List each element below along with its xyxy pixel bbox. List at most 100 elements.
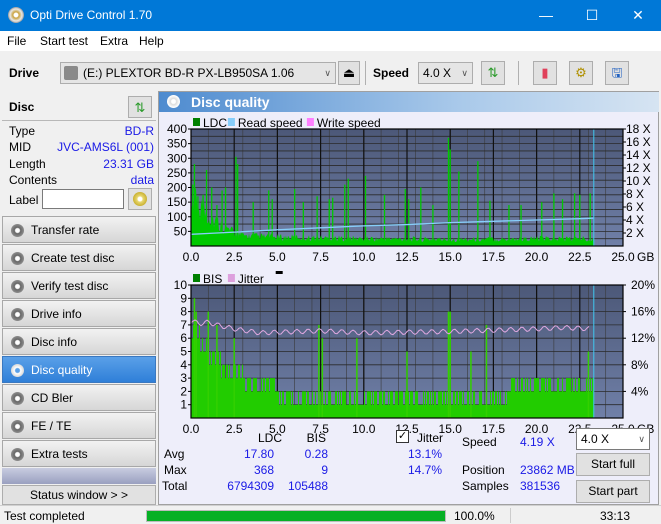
nav-label: Verify test disc [31,279,109,293]
nav-drive-info[interactable]: Drive info [2,300,156,327]
maximize-button[interactable]: ☐ [569,0,615,31]
x-tick-label: 15.0 [439,250,463,264]
disc-label-input[interactable] [42,189,124,209]
speed-select[interactable]: 4.0 X ∨ [418,62,473,84]
y-tick-label: 200 [167,181,187,195]
bis-chart: 123456789104%8%12%16%20%0.0 2.5 5.0 7.5 10.0… [174,271,655,434]
y-tick-label: 5 [180,345,187,359]
disc-length-value: 23.31 GB [103,157,154,171]
toolbar-separator [365,61,366,85]
erase-button[interactable]: ▮ [533,61,557,85]
x-tick-label: 2.5 [226,422,243,434]
x-tick-label: 7.5 [312,250,329,264]
status-bar: Test completed 100.0% 33:13 [0,505,661,524]
y2-tick-label: 4% [631,384,649,398]
legend-label: Write speed [317,116,381,130]
disc-mid-value: JVC-AMS6L (001) [57,140,154,154]
stats-max-label: Max [164,463,187,477]
y-tick-label: 50 [174,224,188,238]
menu-extra[interactable]: Extra [100,34,128,48]
nav-create-test-disc[interactable]: Create test disc [2,244,156,271]
y-tick-label: 6 [180,331,187,345]
close-button[interactable]: ✕ [615,0,661,31]
chevron-down-icon: ∨ [461,68,468,78]
nav-verify-test-disc[interactable]: Verify test disc [2,272,156,299]
legend-label: LDC [203,116,227,130]
test-speed-select[interactable]: 4.0 X ∨ [576,428,650,450]
y2-tick-label: 2 X [626,226,644,240]
samples-label: Samples [462,479,509,493]
speed-value: 4.19 X [520,435,555,449]
y2-tick-label: 16 X [626,135,651,149]
menu-start-test[interactable]: Start test [40,34,88,48]
disc-type-row: Type BD-R [9,124,154,140]
eject-button[interactable]: ⏏ [338,61,360,85]
minimize-button[interactable]: — [523,0,569,31]
nav-extra-tests[interactable]: Extra tests [2,440,156,467]
disc-contents-row: Contents data [9,173,154,189]
nav-disc-quality[interactable]: Disc quality [2,356,156,383]
y2-tick-label: 8% [631,358,649,372]
nav-cd-bler[interactable]: CD Bler [2,384,156,411]
disc-type-value: BD-R [124,124,154,138]
disc-label-key: Label [9,193,39,207]
legend-swatch [193,274,200,282]
transfer-rate-icon [11,224,24,237]
toolbar-separator [518,61,519,85]
disc-quality-icon [11,364,24,377]
y-tick-label: 400 [167,122,187,136]
menu-file[interactable]: File [7,34,26,48]
y-tick-label: 300 [167,151,187,165]
x-tick-label: 22.5 [568,250,592,264]
legend-label: BIS [203,272,222,286]
start-part-button[interactable]: Start part [576,480,650,503]
nav-disc-info[interactable]: Disc info [2,328,156,355]
settings-button[interactable]: ⚙ [569,61,593,85]
checkmark-icon: ✓ [397,430,408,442]
nav-transfer-rate[interactable]: Transfer rate [2,216,156,243]
legend-marker [275,271,283,274]
x-tick-label: 10.0 [352,250,376,264]
refresh-button[interactable]: ⇅ [481,61,505,85]
legend-swatch [193,118,200,126]
save-button[interactable]: 🖫 [605,61,629,85]
disc-quality-icon [167,95,180,108]
y2-tick-label: 6 X [626,200,644,214]
x-tick-label: 2.5 [226,250,243,264]
disc-header-title: Disc [9,100,35,114]
disc-header: Disc ⇅ [2,93,156,121]
eject-icon: ⏏ [342,65,356,80]
status-window-button[interactable]: Status window > > [2,485,156,505]
drive-select-value: (E:) PLEXTOR BD-R PX-LB950SA 1.06 [83,66,295,80]
drive-icon [64,66,78,80]
nav-label: CD Bler [31,391,74,405]
jitter-checkbox[interactable]: ✓ [396,430,409,443]
stats-avg-label: Avg [164,447,185,461]
stats-avg-bis: 0.28 [304,447,328,461]
progress-bar [146,510,446,522]
start-full-button[interactable]: Start full [576,453,650,476]
eraser-icon: ▮ [541,65,549,80]
disc-contents-value: data [130,173,154,187]
disc-refresh-button[interactable]: ⇅ [128,96,152,118]
drive-label: Drive [9,66,40,80]
verify-test-disc-icon [11,280,24,293]
y2-tick-label: 8 X [626,187,644,201]
disc-label-button[interactable] [128,188,152,210]
app-disc-icon [8,7,24,23]
disc-type-key: Type [9,124,36,138]
position-label: Position [462,463,505,477]
speed-label: Speed [373,66,410,80]
legend-label: Read speed [238,116,303,130]
drive-select[interactable]: (E:) PLEXTOR BD-R PX-LB950SA 1.06 ∨ [60,62,336,84]
x-axis-unit: GB [637,250,654,264]
extra-tests-icon [11,448,24,461]
nav-fe-te[interactable]: FE / TE [2,412,156,439]
x-tick-label: 0.0 [183,250,200,264]
y2-tick-label: 10 X [626,174,651,188]
disc-mid-row: MID JVC-AMS6L (001) [9,140,154,156]
disc-icon [133,192,147,206]
menu-help[interactable]: Help [139,34,164,48]
y-tick-label: 10 [174,278,188,292]
y2-tick-label: 20% [631,278,655,292]
